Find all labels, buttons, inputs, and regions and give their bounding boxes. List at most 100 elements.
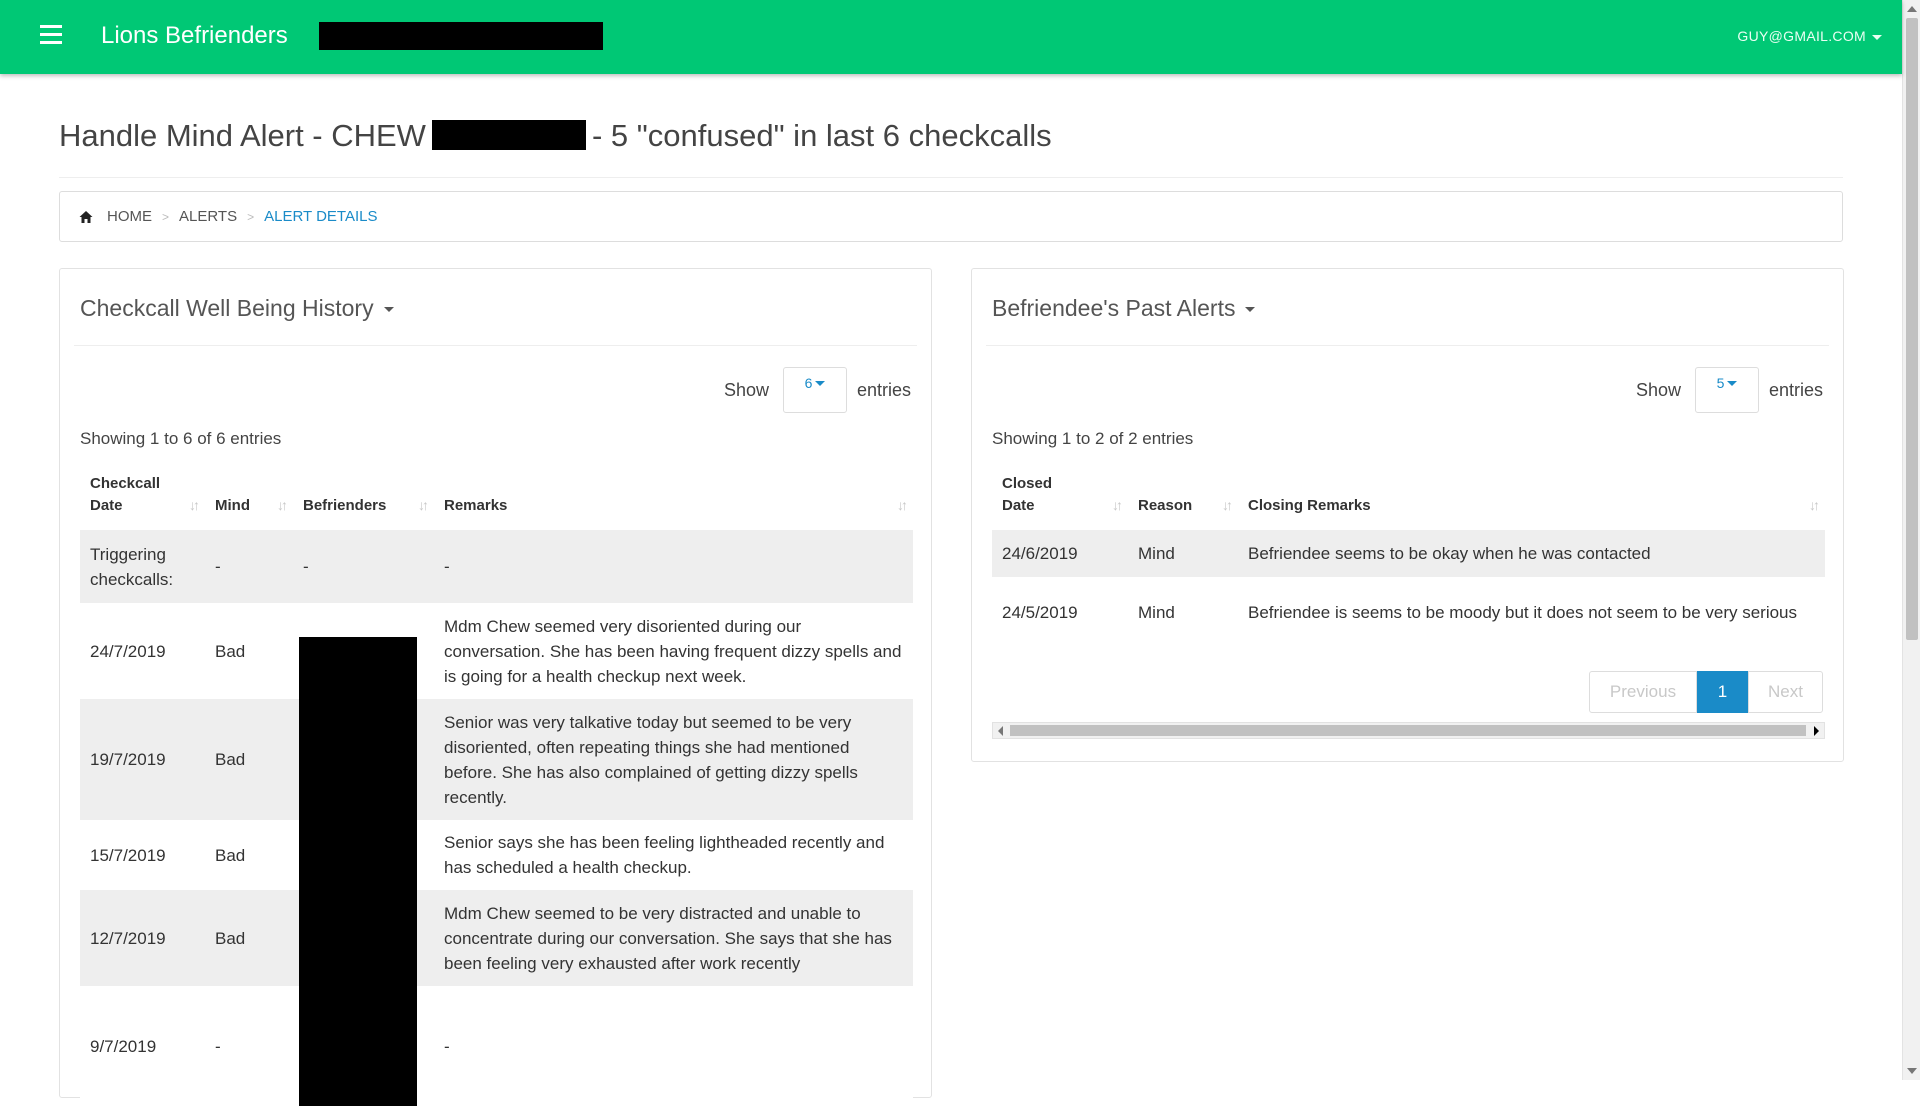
previous-page-button[interactable]: Previous — [1589, 671, 1697, 713]
cell-befrienders: - — [293, 530, 434, 603]
cell-date: 24/7/2019 — [80, 603, 205, 699]
cell-closing-remarks: Befriendee is seems to be moody but it d… — [1238, 577, 1825, 647]
chevron-down-icon — [1245, 307, 1256, 313]
sort-icon[interactable]: ↓↑ — [277, 494, 288, 516]
column-header-label: Mind — [215, 497, 250, 514]
cell-befrienders — [293, 603, 434, 699]
past-alerts-panel: Befriendee's Past Alerts Show 5 entries … — [971, 268, 1844, 762]
chevron-down-icon — [1727, 380, 1738, 386]
cell-remarks: Senior was very talkative today but seem… — [434, 699, 913, 820]
checkcall-history-panel: Checkcall Well Being History Show 6 entr… — [59, 268, 932, 1106]
column-header-closing-remarks[interactable]: Closing Remarks ↓↑ — [1238, 465, 1825, 530]
pagination: Previous 1 Next — [1589, 671, 1823, 713]
page-1-button[interactable]: 1 — [1697, 671, 1748, 713]
cell-date: 19/7/2019 — [80, 699, 205, 820]
cell-remarks: Senior says she has been feeling lighthe… — [434, 820, 913, 890]
table-info: Showing 1 to 2 of 2 entries — [992, 429, 1194, 448]
scroll-down-icon[interactable] — [1907, 1068, 1917, 1074]
column-header-label: Befrienders — [303, 497, 387, 514]
cell-date: 12/7/2019 — [80, 890, 205, 986]
user-menu[interactable]: GUY@GMAIL.COM — [1737, 28, 1882, 44]
breadcrumb-alert-details: ALERT DETAILS — [264, 208, 378, 225]
table-info: Showing 1 to 6 of 6 entries — [80, 429, 282, 448]
page-title-suffix: - 5 "confused" in last 6 checkcalls — [591, 118, 1052, 153]
cell-befrienders — [293, 890, 434, 986]
scrollbar-thumb[interactable] — [1906, 18, 1918, 640]
breadcrumb-home[interactable]: HOME — [107, 208, 152, 225]
redacted-block — [319, 22, 603, 50]
show-label: Show — [723, 379, 769, 400]
hamburger-menu-icon[interactable] — [40, 25, 62, 45]
cell-mind: Bad — [205, 699, 293, 820]
cell-closed-date: 24/6/2019 — [992, 530, 1128, 577]
breadcrumb: HOME > ALERTS > ALERT DETAILS — [59, 191, 1843, 242]
sort-icon[interactable]: ↓↑ — [418, 494, 429, 516]
column-header-closed-date[interactable]: Closed Date ↓↑ — [992, 465, 1128, 530]
redacted-block — [299, 820, 417, 890]
user-email: GUY@GMAIL.COM — [1737, 28, 1866, 44]
home-icon[interactable] — [79, 210, 93, 224]
table-row: 9/7/2019 - - — [80, 986, 913, 1106]
past-alerts-table: Closed Date ↓↑ Reason ↓↑ Closing Remarks ↓↑… — [992, 465, 1825, 647]
cell-closed-date: 24/5/2019 — [992, 577, 1128, 647]
table-row: 24/7/2019 Bad Mdm Chew seemed very disor… — [80, 603, 913, 699]
panel-title-text: Checkcall Well Being History — [80, 295, 374, 321]
panel-title-past-alerts[interactable]: Befriendee's Past Alerts — [992, 295, 1256, 322]
cell-date: 15/7/2019 — [80, 820, 205, 890]
entries-select[interactable]: 6 — [782, 367, 847, 413]
show-label: Show — [1635, 379, 1681, 400]
cell-befrienders — [293, 699, 434, 820]
breadcrumb-separator: > — [162, 209, 170, 224]
cell-befrienders — [293, 820, 434, 890]
redacted-block — [299, 986, 417, 1106]
sort-icon[interactable]: ↓↑ — [1222, 494, 1233, 516]
scrollbar-thumb[interactable] — [1010, 725, 1806, 736]
brand-title[interactable]: Lions Befrienders — [101, 22, 288, 50]
entries-select[interactable]: 5 — [1694, 367, 1759, 413]
column-header-checkcall-date[interactable]: Checkcall Date ↓↑ — [80, 465, 205, 530]
column-header-mind[interactable]: Mind ↓↑ — [205, 465, 293, 530]
cell-mind: - — [205, 986, 293, 1106]
cell-reason: Mind — [1128, 530, 1238, 577]
cell-date: 9/7/2019 — [80, 986, 205, 1106]
cell-mind: Bad — [205, 890, 293, 986]
entries-select-value: 6 — [804, 375, 813, 391]
checkcall-table: Checkcall Date ↓↑ Mind ↓↑ Befrienders ↓↑ Re… — [80, 465, 913, 1106]
panel-title-checkcall-history[interactable]: Checkcall Well Being History — [80, 295, 394, 322]
sort-icon[interactable]: ↓↑ — [1112, 494, 1123, 516]
column-header-label: Closing Remarks — [1248, 497, 1371, 514]
column-header-befrienders[interactable]: Befrienders ↓↑ — [293, 465, 434, 530]
page-title: Handle Mind Alert - CHEW - 5 "confused" i… — [59, 118, 1052, 154]
redacted-block — [299, 637, 417, 699]
cell-mind: Bad — [205, 603, 293, 699]
scroll-up-icon[interactable] — [1907, 6, 1917, 12]
sort-icon[interactable]: ↓↑ — [897, 494, 908, 516]
entries-label: entries — [1768, 379, 1823, 400]
entries-label: entries — [856, 379, 911, 400]
cell-date: Triggering checkcalls: — [80, 530, 205, 603]
divider — [986, 345, 1829, 346]
top-navbar: Lions Befrienders GUY@GMAIL.COM — [0, 0, 1902, 74]
scroll-right-icon[interactable] — [1814, 726, 1819, 736]
cell-remarks: Mdm Chew seemed to be very distracted an… — [434, 890, 913, 986]
page-length-control: Show 5 entries — [1636, 367, 1823, 413]
column-header-remarks[interactable]: Remarks ↓↑ — [434, 465, 913, 530]
cell-remarks: - — [434, 530, 913, 603]
cell-closing-remarks: Befriendee seems to be okay when he was … — [1238, 530, 1825, 577]
page-scrollbar[interactable] — [1902, 0, 1920, 1080]
panel-title-text: Befriendee's Past Alerts — [992, 295, 1236, 321]
chevron-down-icon — [1872, 34, 1882, 40]
page-title-prefix: Handle Mind Alert - CHEW — [59, 118, 426, 153]
breadcrumb-alerts[interactable]: ALERTS — [179, 208, 237, 225]
sort-icon[interactable]: ↓↑ — [189, 494, 200, 516]
sort-icon[interactable]: ↓↑ — [1809, 494, 1820, 516]
column-header-label: Remarks — [444, 497, 508, 514]
column-header-label: Reason — [1138, 497, 1193, 514]
redacted-block — [299, 699, 417, 820]
table-horizontal-scrollbar[interactable] — [992, 722, 1825, 739]
scroll-left-icon[interactable] — [998, 726, 1003, 736]
divider — [59, 177, 1843, 178]
column-header-reason[interactable]: Reason ↓↑ — [1128, 465, 1238, 530]
table-row: 24/6/2019 Mind Befriendee seems to be ok… — [992, 530, 1825, 577]
next-page-button[interactable]: Next — [1748, 671, 1823, 713]
